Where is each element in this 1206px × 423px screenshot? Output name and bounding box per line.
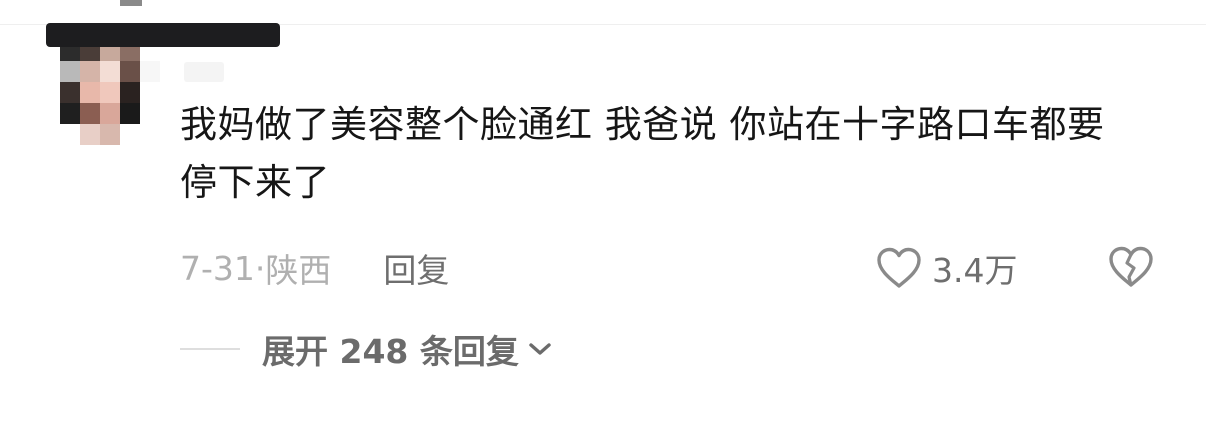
broken-heart-icon[interactable] bbox=[1106, 244, 1156, 290]
avatar-pixel bbox=[140, 103, 160, 124]
meta-separator: · bbox=[254, 248, 266, 288]
expand-replies-button[interactable]: 展开 248 条回复 bbox=[180, 326, 553, 372]
avatar-pixel bbox=[80, 124, 100, 145]
username-blurred[interactable] bbox=[184, 62, 224, 82]
avatar-pixel bbox=[60, 61, 80, 82]
comment-meta: 7-31 · 陕西 回复 bbox=[180, 245, 449, 291]
comment-location: 陕西 bbox=[265, 251, 332, 290]
avatar-pixel bbox=[60, 103, 80, 124]
heart-outline-icon[interactable] bbox=[874, 246, 924, 290]
avatar-pixel bbox=[60, 82, 80, 103]
redaction-bar bbox=[46, 23, 280, 47]
avatar-pixel bbox=[80, 103, 100, 124]
avatar-pixel bbox=[120, 61, 140, 82]
comment-date: 7-31 bbox=[180, 248, 255, 288]
avatar-pixel bbox=[140, 124, 160, 145]
avatar-pixel bbox=[60, 124, 80, 145]
expand-replies-label: 展开 248 条回复 bbox=[262, 332, 519, 371]
comment-text: 我妈做了美容整个脸通红 我爸说 你站在十字路口车都要停下来了 bbox=[180, 103, 1105, 204]
like-count: 3.4万 bbox=[932, 251, 1018, 290]
avatar-pixel bbox=[120, 124, 140, 145]
avatar-pixel bbox=[100, 82, 120, 103]
chevron-down-icon[interactable] bbox=[527, 340, 553, 358]
top-edge-mark bbox=[120, 0, 142, 6]
avatar-pixel bbox=[100, 103, 120, 124]
avatar-pixel bbox=[140, 61, 160, 82]
avatar-pixel bbox=[100, 124, 120, 145]
reply-button[interactable]: 回复 bbox=[383, 244, 449, 292]
avatar-pixel bbox=[120, 82, 140, 103]
avatar[interactable] bbox=[60, 40, 160, 145]
avatar-pixel bbox=[80, 61, 100, 82]
avatar-pixel bbox=[140, 82, 160, 103]
expand-divider-line bbox=[180, 348, 240, 350]
like-button[interactable]: 3.4万 bbox=[874, 244, 1017, 292]
avatar-pixel bbox=[120, 103, 140, 124]
avatar-pixel bbox=[80, 82, 100, 103]
avatar-pixel bbox=[100, 61, 120, 82]
